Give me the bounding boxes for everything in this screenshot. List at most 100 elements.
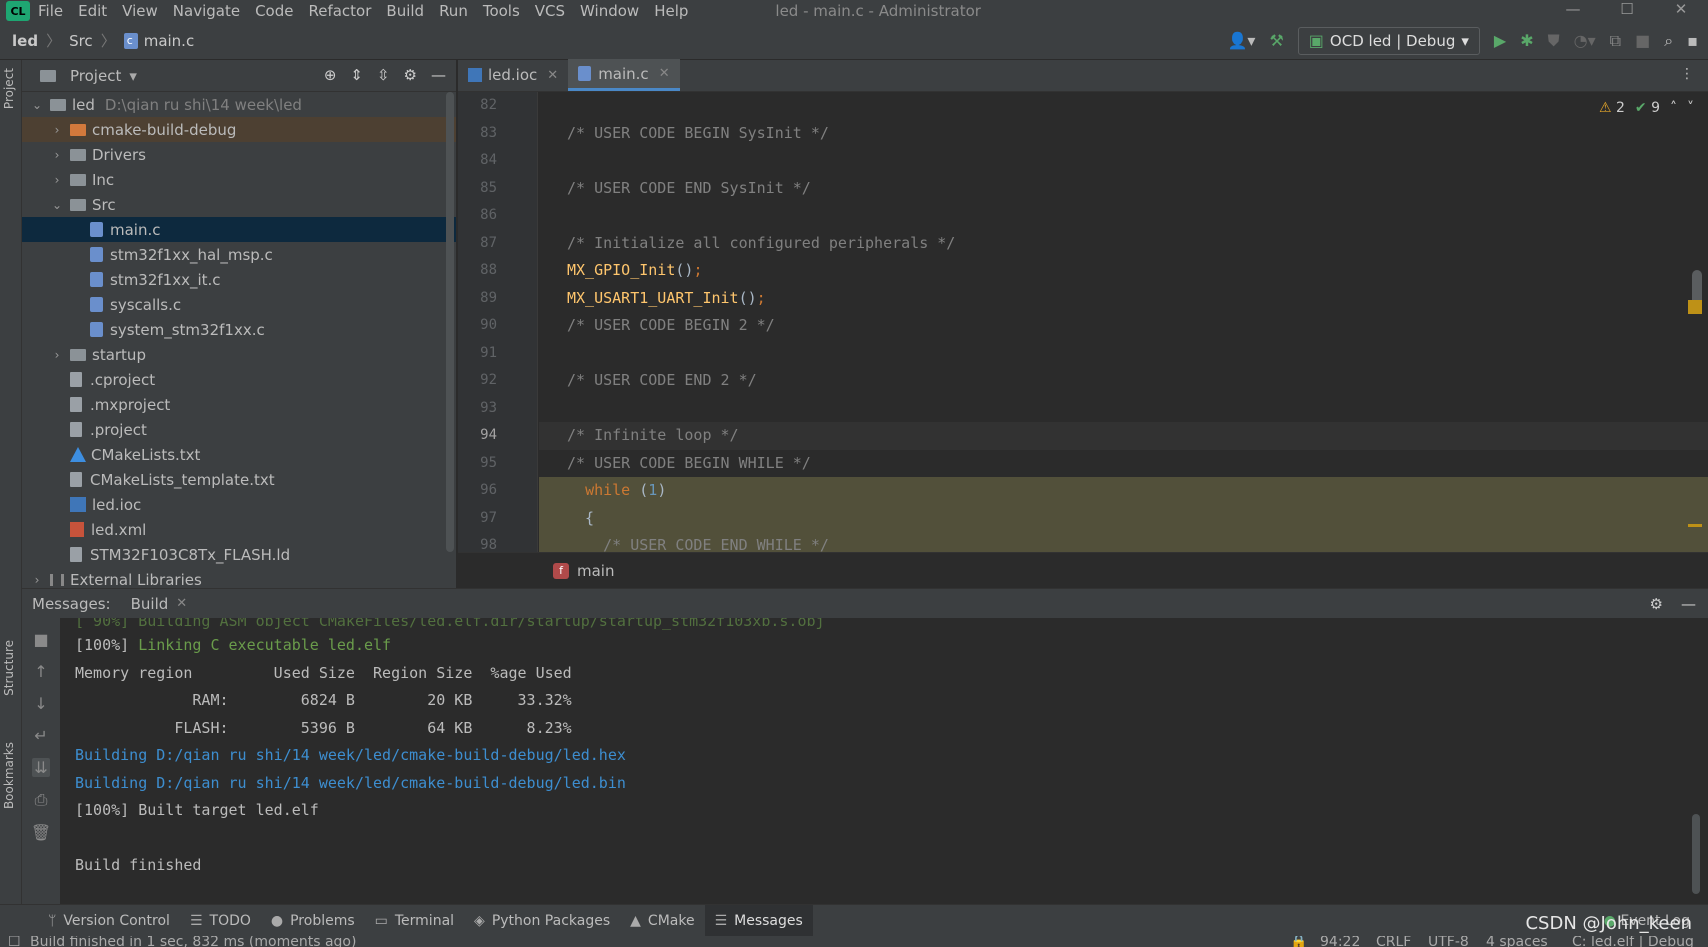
project-view-select[interactable]: Project (70, 67, 121, 85)
attach-icon[interactable]: ⧉ (1610, 33, 1621, 49)
gear-icon[interactable]: ⚙ (1650, 595, 1663, 613)
scroll-to-end-icon[interactable]: ⇊ (32, 758, 50, 777)
tree-item[interactable]: .cproject (22, 367, 456, 392)
file-encoding[interactable]: UTF-8 (1428, 936, 1469, 947)
project-scrollbar[interactable] (446, 92, 454, 552)
menu-refactor[interactable]: Refactor (308, 2, 371, 20)
menu-file[interactable]: File (38, 2, 63, 20)
code-line[interactable]: /* Initialize all configured peripherals… (539, 230, 1708, 258)
status-toggle-icon[interactable]: ☐ (8, 936, 21, 947)
tool-window-cmake[interactable]: ▲ CMake (620, 905, 704, 937)
stop-icon[interactable]: ■ (1635, 33, 1650, 49)
tree-item[interactable]: led.xml (22, 517, 456, 542)
tree-item[interactable]: CMakeLists_template.txt (22, 467, 456, 492)
strip-structure-tab[interactable]: Structure (2, 640, 16, 696)
menu-window[interactable]: Window (580, 2, 639, 20)
print-icon[interactable]: ⎙ (35, 790, 48, 810)
code-line[interactable]: { (539, 504, 1708, 532)
minimize-icon[interactable]: — (1546, 0, 1600, 22)
menu-run[interactable]: Run (439, 2, 468, 20)
locate-icon[interactable]: ⊕ (324, 66, 337, 84)
close-tab-icon[interactable]: ✕ (659, 66, 670, 81)
user-icon[interactable]: 👤▾ (1228, 33, 1256, 49)
code-line[interactable] (539, 147, 1708, 175)
maximize-icon[interactable]: ☐ (1600, 0, 1654, 22)
tree-item[interactable]: stm32f1xx_hal_msp.c (22, 242, 456, 267)
close-tab-icon[interactable]: ✕ (176, 596, 187, 611)
chevron-down-icon[interactable]: ⌄ (50, 198, 64, 212)
function-name[interactable]: main (577, 562, 614, 580)
arrow-down-icon[interactable]: ↓ (34, 694, 47, 713)
tree-item[interactable]: › startup (22, 342, 456, 367)
code-line[interactable]: /* USER CODE END 2 */ (539, 367, 1708, 395)
chevron-down-icon[interactable]: ⌄ (30, 98, 44, 112)
close-window-icon[interactable]: ✕ (1654, 0, 1708, 22)
search-icon[interactable]: ⌕ (1664, 33, 1673, 49)
inspection-widget[interactable]: ⚠ 2 ✔ 9 ˄ ˅ (1599, 100, 1694, 116)
warning-marker[interactable] (1688, 300, 1702, 314)
run-icon[interactable]: ▶ (1494, 33, 1506, 49)
code-line[interactable]: MX_GPIO_Init(); (539, 257, 1708, 285)
strip-bookmarks-tab[interactable]: Bookmarks (2, 742, 16, 809)
strip-project-tab[interactable]: Project (2, 68, 16, 109)
debug-icon[interactable]: ✱ (1520, 33, 1533, 49)
soft-wrap-icon[interactable]: ↵ (34, 726, 47, 745)
menu-edit[interactable]: Edit (78, 2, 107, 20)
menu-help[interactable]: Help (654, 2, 688, 20)
code-editor[interactable]: /* USER CODE BEGIN SysInit */ /* USER COD… (539, 92, 1708, 552)
hide-panel-icon[interactable]: — (431, 66, 446, 84)
code-line[interactable]: /* USER CODE BEGIN SysInit */ (539, 120, 1708, 148)
resolve-context[interactable]: C: led.elf | Debug (1572, 936, 1694, 947)
ok-count[interactable]: ✔ 9 (1635, 100, 1660, 116)
tree-item[interactable]: .project (22, 417, 456, 442)
tab-build[interactable]: Build (131, 595, 169, 613)
menu-navigate[interactable]: Navigate (173, 2, 240, 20)
tree-item[interactable]: STM32F103C8Tx_FLASH.ld (22, 542, 456, 567)
warning-count[interactable]: ⚠ 2 (1599, 100, 1625, 116)
gear-icon[interactable]: ⚙ (404, 66, 417, 84)
breadcrumb-file[interactable]: main.c (144, 32, 195, 50)
code-line[interactable] (539, 340, 1708, 368)
code-line[interactable]: /* USER CODE END SysInit */ (539, 175, 1708, 203)
code-line[interactable]: while (1) (539, 477, 1708, 505)
tool-window-version-control[interactable]: ᛘ Version Control (38, 905, 180, 937)
tree-item[interactable]: ⌄ Src (22, 192, 456, 217)
tool-window-problems[interactable]: ● Problems (261, 905, 365, 937)
chevron-right-icon[interactable]: › (30, 573, 44, 587)
run-configuration-select[interactable]: ▣ OCD led | Debug ▾ (1297, 27, 1480, 55)
tree-item[interactable]: › Drivers (22, 142, 456, 167)
coverage-icon[interactable]: ⛊ (1548, 33, 1560, 49)
menu-view[interactable]: View (122, 2, 158, 20)
tree-item[interactable]: syscalls.c (22, 292, 456, 317)
chevron-down-icon[interactable]: ▾ (129, 67, 137, 85)
plugin-icon[interactable]: ▪ (1687, 33, 1698, 49)
tool-window-python-packages[interactable]: ◈ Python Packages (464, 905, 620, 937)
arrow-up-icon[interactable]: ↑ (34, 662, 47, 681)
code-line[interactable] (539, 92, 1708, 120)
chevron-right-icon[interactable]: › (50, 348, 64, 362)
code-line[interactable] (539, 395, 1708, 423)
more-options-icon[interactable]: ⋮ (1680, 66, 1694, 82)
caret-position[interactable]: 94:22 (1320, 936, 1360, 947)
tree-item[interactable]: main.c (22, 217, 456, 242)
chevron-right-icon[interactable]: › (50, 123, 64, 137)
tree-item[interactable]: led.ioc (22, 492, 456, 517)
previous-issue-icon[interactable]: ˄ (1670, 100, 1677, 116)
indent-setting[interactable]: 4 spaces (1486, 936, 1548, 947)
next-issue-icon[interactable]: ˅ (1687, 100, 1694, 116)
console-scrollbar[interactable] (1692, 814, 1700, 894)
tree-item[interactable]: stm32f1xx_it.c (22, 267, 456, 292)
breadcrumb-project[interactable]: led (12, 32, 38, 50)
tree-item[interactable]: › cmake-build-debug (22, 117, 456, 142)
tree-item[interactable]: .mxproject (22, 392, 456, 417)
tab-main-c[interactable]: main.c ✕ (568, 59, 680, 91)
code-line[interactable]: /* USER CODE BEGIN 2 */ (539, 312, 1708, 340)
chevron-right-icon[interactable]: › (50, 173, 64, 187)
hide-panel-icon[interactable]: — (1681, 595, 1696, 613)
expand-all-icon[interactable]: ⇕ (350, 66, 363, 84)
code-line[interactable]: /* USER CODE BEGIN WHILE */ (539, 450, 1708, 478)
code-line[interactable]: MX_USART1_UART_Init(); (539, 285, 1708, 313)
tree-item[interactable]: system_stm32f1xx.c (22, 317, 456, 342)
breadcrumb-src[interactable]: Src (69, 32, 93, 50)
menu-tools[interactable]: Tools (483, 2, 520, 20)
